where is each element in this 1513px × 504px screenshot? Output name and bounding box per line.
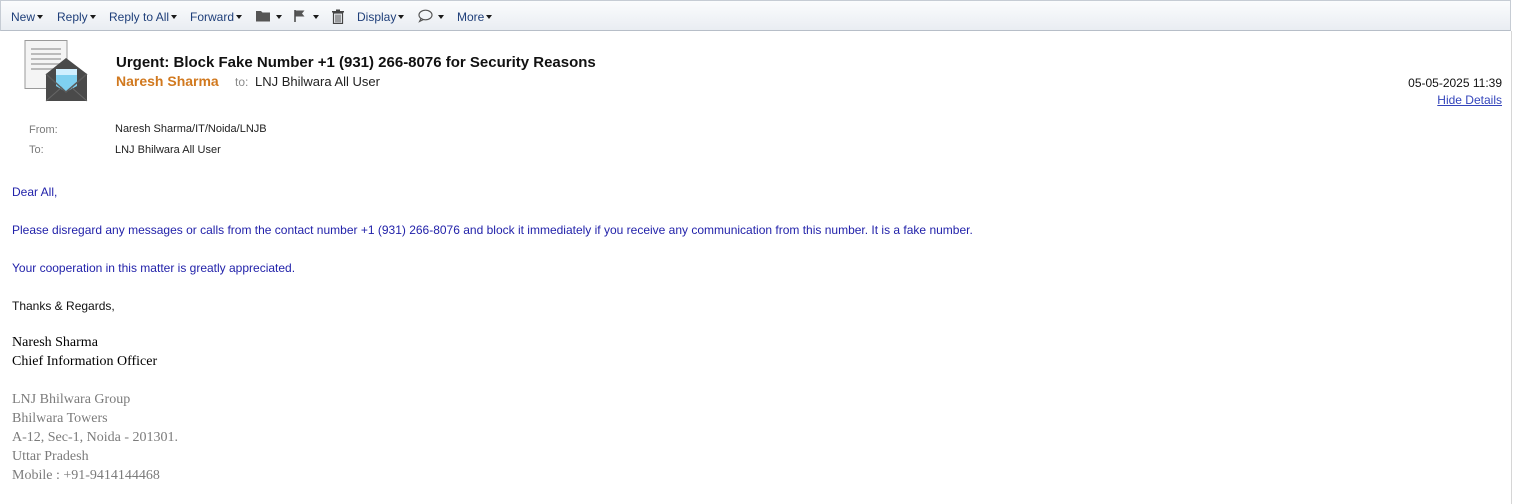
more-label: More: [457, 10, 485, 24]
from-value[interactable]: Naresh Sharma/IT/Noida/LNJB: [115, 123, 267, 135]
reply-all-label: Reply to All: [109, 10, 170, 24]
email-date: 05-05-2025 11:39: [1408, 76, 1502, 90]
folder-button[interactable]: [255, 9, 285, 25]
sender-name[interactable]: Naresh Sharma: [116, 73, 219, 89]
new-label: New: [11, 10, 36, 24]
reply-all-button[interactable]: Reply to All: [109, 9, 178, 25]
forward-label: Forward: [190, 10, 235, 24]
body-greeting: Dear All,: [12, 185, 58, 199]
body-paragraph-2: Your cooperation in this matter is great…: [12, 261, 296, 275]
reply-button[interactable]: Reply: [57, 9, 96, 25]
envelope-document-icon: [24, 40, 90, 102]
folder-icon: [256, 11, 270, 22]
trash-icon: [332, 9, 344, 24]
toolbar: New Reply Reply to All Forward Display M…: [0, 0, 1511, 31]
from-label: From:: [29, 124, 58, 136]
chat-button[interactable]: [418, 9, 446, 25]
to-details-label: To:: [29, 144, 44, 156]
hide-details-link[interactable]: Hide Details: [1437, 93, 1502, 107]
signature-address: A-12, Sec-1, Noida - 201301.: [12, 430, 179, 445]
chevron-down-icon: [398, 14, 405, 19]
display-button[interactable]: Display: [357, 9, 405, 25]
reply-label: Reply: [57, 10, 88, 24]
forward-button[interactable]: Forward: [190, 9, 243, 25]
recipient-name[interactable]: LNJ Bhilwara All User: [255, 74, 380, 89]
to-details-value[interactable]: LNJ Bhilwara All User: [115, 144, 221, 156]
flag-button[interactable]: [293, 9, 323, 25]
chevron-down-icon: [37, 14, 44, 19]
body-closing: Thanks & Regards,: [12, 299, 115, 313]
to-label: to:: [235, 75, 249, 89]
chevron-down-icon: [236, 14, 243, 19]
delete-button[interactable]: [331, 9, 347, 25]
signature-mobile: Mobile : +91-9414144468: [12, 468, 160, 483]
new-button[interactable]: New: [11, 9, 44, 25]
signature-state: Uttar Pradesh: [12, 449, 89, 464]
signature-company: LNJ Bhilwara Group: [12, 392, 131, 407]
body-paragraph-1: Please disregard any messages or calls f…: [12, 223, 973, 237]
email-subject: Urgent: Block Fake Number +1 (931) 266-8…: [116, 54, 596, 71]
signature-name: Naresh Sharma: [12, 335, 98, 350]
signature-title: Chief Information Officer: [12, 354, 158, 369]
chevron-down-icon: [89, 14, 96, 19]
flag-icon: [294, 10, 305, 22]
chat-bubble-icon: [418, 9, 433, 23]
more-button[interactable]: More: [457, 9, 493, 25]
chevron-down-icon: [486, 14, 493, 19]
chevron-down-icon: [276, 15, 282, 19]
signature-building: Bhilwara Towers: [12, 411, 108, 426]
chevron-down-icon: [438, 15, 444, 19]
chevron-down-icon: [171, 14, 178, 19]
pane-divider: [1511, 31, 1512, 504]
display-label: Display: [357, 10, 397, 24]
chevron-down-icon: [313, 15, 319, 19]
